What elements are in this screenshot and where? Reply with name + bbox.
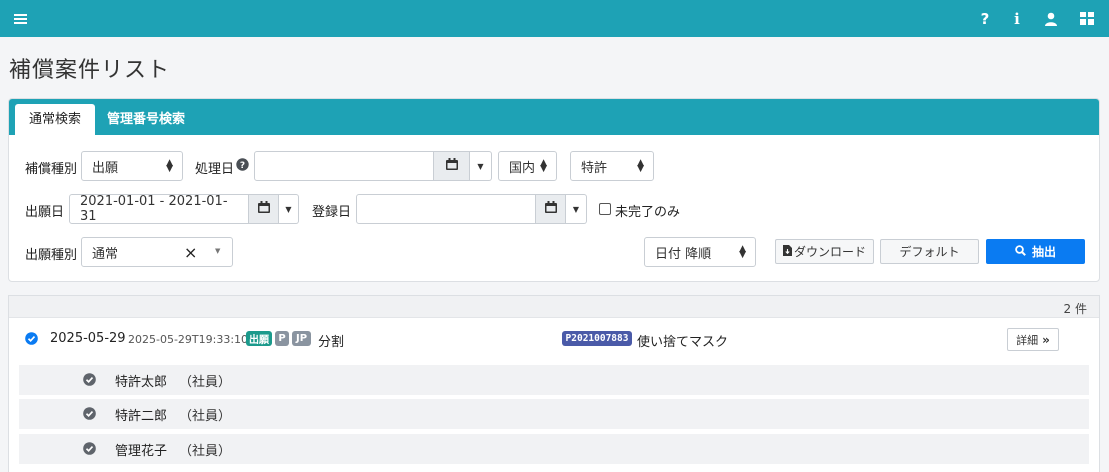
sort-caret-icon: ▲ ▼ xyxy=(166,158,173,174)
app-type-label: 出願種別 xyxy=(25,248,78,263)
proc-date-calendar-button[interactable] xyxy=(434,151,470,181)
default-button[interactable]: デフォルト xyxy=(880,239,979,264)
caret-down-icon: ▼ xyxy=(572,204,580,214)
person-role: （社員） xyxy=(179,443,232,459)
person-row: 特許二郎 （社員） xyxy=(19,399,1089,429)
person-role: （社員） xyxy=(179,408,232,424)
file-download-icon xyxy=(782,244,792,259)
calendar-icon xyxy=(257,201,270,217)
badge-application: 出願 xyxy=(246,331,272,346)
menu-icon[interactable] xyxy=(8,0,32,37)
tab-number-search[interactable]: 管理番号検索 xyxy=(93,104,199,135)
app-date-input[interactable]: 2021-01-01 - 2021-01-31 xyxy=(69,194,249,224)
question-circle-icon[interactable]: ? xyxy=(236,158,249,175)
comp-type-label: 補償種別 xyxy=(25,162,78,177)
person-name: 特許太郎 xyxy=(115,374,168,390)
check-circle-icon xyxy=(83,442,96,459)
badge-patent: P xyxy=(275,331,289,346)
download-label: ダウンロード xyxy=(793,245,866,259)
app-type-select[interactable]: 通常 × ▼ xyxy=(81,237,233,267)
app-date-calendar-button[interactable] xyxy=(249,194,279,224)
page-title: 補償案件リスト xyxy=(9,58,171,83)
region-select[interactable]: 国内 ▲ ▼ xyxy=(498,151,557,181)
calendar-icon xyxy=(445,158,458,174)
badge-jp: JP xyxy=(292,331,311,346)
caret-down-icon: ▼ xyxy=(285,204,292,214)
user-icon[interactable] xyxy=(1039,0,1063,37)
apps-icon[interactable] xyxy=(1075,0,1099,37)
region-value: 国内 xyxy=(509,160,536,176)
help-icon[interactable]: ? xyxy=(973,0,997,37)
result-type: 分割 xyxy=(318,335,345,350)
info-icon[interactable]: i xyxy=(1005,0,1029,37)
svg-text:?: ? xyxy=(240,161,245,171)
result-date: 2025-05-29 xyxy=(50,331,126,346)
right-type-select[interactable]: 特許 ▲ ▼ xyxy=(570,151,654,181)
person-row: 管理花子 （社員） xyxy=(19,434,1089,464)
detail-button[interactable]: 詳細 » xyxy=(1007,328,1059,351)
reg-date-label: 登録日 xyxy=(312,205,352,220)
detail-label: 詳細 xyxy=(1016,333,1039,347)
reg-date-dropdown-button[interactable]: ▼ xyxy=(566,194,587,224)
incomplete-checkbox[interactable] xyxy=(599,203,611,215)
comp-type-select[interactable]: 出願 ▲ ▼ xyxy=(81,151,183,181)
caret-down-icon: ▼ xyxy=(477,161,484,171)
result-title: 使い捨てマスク xyxy=(637,335,729,350)
search-panel: 通常検索 管理番号検索 補償種別 出願 ▲ ▼ 処理日 ? ▼ 国内 ▲ ▼ 特許 … xyxy=(8,98,1100,282)
proc-date-dropdown-button[interactable]: ▼ xyxy=(470,151,492,181)
results-count: 2 件 xyxy=(1063,302,1087,316)
double-chevron-right-icon: » xyxy=(1042,332,1050,347)
person-row: 特許太郎 （社員） xyxy=(19,365,1089,395)
results-count-bar: 2 件 xyxy=(9,296,1099,318)
reg-date-calendar-button[interactable] xyxy=(536,194,566,224)
caret-down-icon: ▼ xyxy=(215,247,221,255)
case-number-badge: P2021007883 xyxy=(562,331,632,346)
proc-date-input[interactable] xyxy=(254,151,434,181)
incomplete-label: 未完了のみ xyxy=(615,205,681,220)
sort-select[interactable]: 日付 降順 ▲ ▼ xyxy=(644,237,756,267)
default-label: デフォルト xyxy=(899,245,960,259)
comp-type-value: 出願 xyxy=(92,160,119,176)
check-circle-icon xyxy=(25,332,38,349)
app-type-value: 通常 xyxy=(92,246,119,262)
tab-normal-search[interactable]: 通常検索 xyxy=(15,104,96,135)
app-date-dropdown-button[interactable]: ▼ xyxy=(279,194,299,224)
sort-value: 日付 降順 xyxy=(655,246,712,262)
calendar-icon xyxy=(544,201,557,217)
person-name: 管理花子 xyxy=(115,443,168,459)
extract-button[interactable]: 抽出 xyxy=(986,239,1085,264)
person-role: （社員） xyxy=(179,374,232,390)
sort-caret-icon: ▲ ▼ xyxy=(540,158,547,174)
person-name: 特許二郎 xyxy=(115,408,168,424)
search-icon xyxy=(1015,244,1026,259)
check-circle-icon xyxy=(83,373,96,390)
right-type-value: 特許 xyxy=(581,160,608,176)
clear-icon[interactable]: × xyxy=(184,243,197,262)
result-timestamp: 2025-05-29T19:33:10 xyxy=(128,333,249,346)
top-navbar: ? i xyxy=(0,0,1109,37)
reg-date-input[interactable] xyxy=(356,194,536,224)
sort-caret-icon: ▲ ▼ xyxy=(739,244,746,260)
search-tabbar: 通常検索 管理番号検索 xyxy=(9,99,1099,135)
sort-caret-icon: ▲ ▼ xyxy=(637,158,644,174)
download-button[interactable]: ダウンロード xyxy=(775,239,874,264)
check-circle-icon xyxy=(83,407,96,424)
proc-date-label: 処理日 xyxy=(195,162,235,177)
extract-label: 抽出 xyxy=(1031,245,1056,259)
app-date-label: 出願日 xyxy=(25,205,65,220)
